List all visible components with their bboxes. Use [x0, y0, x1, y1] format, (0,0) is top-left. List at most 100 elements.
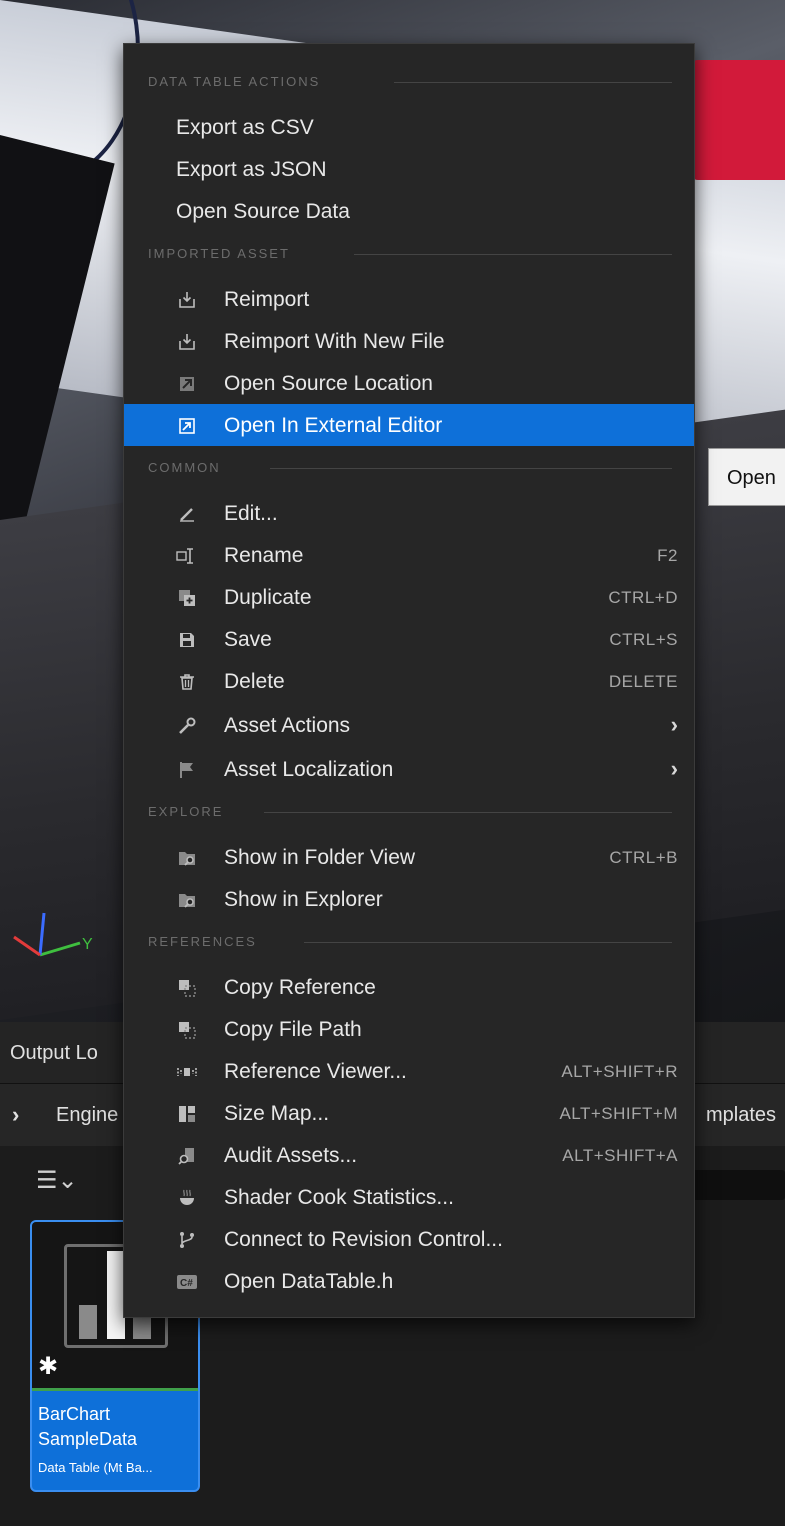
- svg-text:Y: Y: [82, 936, 93, 953]
- menu-item-export-json[interactable]: Export as JSON: [124, 148, 694, 190]
- section-divider: [264, 812, 672, 813]
- reimport-icon: [176, 331, 198, 353]
- section-divider: [270, 468, 672, 469]
- chevron-right-icon: ›: [670, 712, 678, 737]
- reference-viewer-icon: [176, 1061, 198, 1083]
- folder-search-icon: [176, 847, 198, 869]
- asset-name: BarChart SampleData: [38, 1404, 138, 1449]
- menu-item-label: Reference Viewer...: [224, 1060, 407, 1083]
- asset-context-menu: DATA TABLE ACTIONS Export as CSV Export …: [123, 43, 695, 1318]
- chevron-right-icon[interactable]: ›: [12, 1102, 19, 1128]
- cpp-file-icon: C#: [176, 1271, 198, 1293]
- branch-icon: [176, 1229, 198, 1251]
- audit-icon: [176, 1145, 198, 1167]
- menu-item-shortcut: DELETE: [608, 672, 678, 691]
- output-log-tab-label: Output Lo: [10, 1042, 98, 1064]
- menu-item-export-csv[interactable]: Export as CSV: [124, 106, 694, 148]
- menu-item-open-source-data[interactable]: Open Source Data: [124, 190, 694, 232]
- menu-item-label: Asset Actions: [224, 714, 351, 737]
- pencil-icon: [176, 503, 198, 525]
- menu-item-label: Export as JSON: [176, 158, 327, 181]
- menu-item-label: Audit Assets...: [224, 1144, 358, 1167]
- breadcrumb-engine[interactable]: Engine: [56, 1104, 118, 1127]
- menu-item-label: Size Map...: [224, 1102, 330, 1125]
- menu-item-copy-reference[interactable]: Copy Reference: [124, 966, 694, 1008]
- copy-icon: [176, 977, 198, 999]
- tooltip: Open: [708, 448, 785, 506]
- menu-item-size-map[interactable]: Size Map... ALT+SHIFT+M: [124, 1092, 694, 1134]
- asset-type-color-strip: [32, 1388, 198, 1391]
- menu-item-label: Show in Folder View: [224, 846, 416, 869]
- section-header-imported-asset: IMPORTED ASSET: [148, 246, 290, 261]
- menu-item-label: Open Source Data: [176, 200, 350, 223]
- menu-item-shortcut: ALT+SHIFT+M: [559, 1104, 678, 1123]
- menu-item-open-source-location[interactable]: Open Source Location: [124, 362, 694, 404]
- menu-item-reference-viewer[interactable]: Reference Viewer... ALT+SHIFT+R: [124, 1050, 694, 1092]
- section-divider: [304, 942, 672, 943]
- menu-item-label: Reimport With New File: [224, 330, 445, 353]
- menu-item-reimport[interactable]: Reimport: [124, 278, 694, 320]
- thumb-bar: [79, 1305, 97, 1339]
- menu-item-shortcut: F2: [657, 546, 678, 565]
- menu-item-audit-assets[interactable]: Audit Assets... ALT+SHIFT+A: [124, 1134, 694, 1176]
- menu-item-open-in-external-editor[interactable]: Open In External Editor: [124, 404, 694, 446]
- tooltip-text: Open: [727, 467, 776, 489]
- menu-item-label: Save: [224, 628, 272, 651]
- menu-item-rename[interactable]: Rename F2: [124, 534, 694, 576]
- menu-item-label: Open Source Location: [224, 372, 433, 395]
- menu-item-shader-cook-statistics[interactable]: Shader Cook Statistics...: [124, 1176, 694, 1218]
- copy-icon: [176, 1019, 198, 1041]
- save-icon: [176, 629, 198, 651]
- menu-item-label: Copy Reference: [224, 976, 376, 999]
- menu-item-asset-localization[interactable]: Asset Localization ›: [124, 748, 694, 790]
- section-header-common: COMMON: [148, 460, 221, 475]
- menu-item-shortcut: ALT+SHIFT+A: [562, 1146, 678, 1165]
- section-header-explore: EXPLORE: [148, 804, 224, 819]
- shader-cook-icon: [176, 1187, 198, 1209]
- menu-item-open-datatable-h[interactable]: C# Open DataTable.h: [124, 1260, 694, 1302]
- menu-item-connect-revision-control[interactable]: Connect to Revision Control...: [124, 1218, 694, 1260]
- flag-icon: [176, 759, 198, 781]
- chevron-right-icon: ›: [670, 756, 678, 781]
- menu-item-label: Export as CSV: [176, 116, 314, 139]
- section-divider: [394, 82, 672, 83]
- size-map-icon: [176, 1103, 198, 1125]
- open-location-icon: [176, 373, 198, 395]
- viewport-scene-sign: [690, 60, 785, 180]
- external-editor-icon: [176, 415, 198, 437]
- menu-item-label: Shader Cook Statistics...: [224, 1186, 454, 1209]
- menu-item-label: Reimport: [224, 288, 310, 311]
- menu-item-label: Open DataTable.h: [224, 1270, 394, 1293]
- menu-item-label: Copy File Path: [224, 1018, 362, 1041]
- menu-item-shortcut: CTRL+D: [608, 588, 678, 607]
- menu-item-shortcut: ALT+SHIFT+R: [561, 1062, 678, 1081]
- filter-icon[interactable]: ☰⌄: [36, 1166, 78, 1195]
- menu-item-label: Rename: [224, 544, 304, 567]
- menu-item-shortcut: CTRL+B: [609, 848, 678, 867]
- trash-icon: [176, 671, 198, 693]
- unsaved-star-icon: ✱: [38, 1353, 59, 1380]
- menu-item-label: Duplicate: [224, 586, 312, 609]
- section-header-data-table-actions: DATA TABLE ACTIONS: [148, 74, 321, 89]
- folder-search-icon: [176, 889, 198, 911]
- menu-item-asset-actions[interactable]: Asset Actions ›: [124, 704, 694, 746]
- svg-text:C#: C#: [180, 1278, 193, 1289]
- asset-type: Data Table (Mt Ba...: [38, 1460, 153, 1475]
- breadcrumb-templates[interactable]: mplates: [706, 1104, 776, 1127]
- menu-item-duplicate[interactable]: Duplicate CTRL+D: [124, 576, 694, 618]
- menu-item-label: Asset Localization: [224, 758, 394, 781]
- rename-icon: [176, 545, 198, 567]
- menu-item-show-in-folder-view[interactable]: Show in Folder View CTRL+B: [124, 836, 694, 878]
- menu-item-shortcut: CTRL+S: [609, 630, 678, 649]
- search-input[interactable]: [690, 1170, 785, 1200]
- menu-item-copy-file-path[interactable]: Copy File Path: [124, 1008, 694, 1050]
- menu-item-save[interactable]: Save CTRL+S: [124, 618, 694, 660]
- menu-item-delete[interactable]: Delete DELETE: [124, 660, 694, 702]
- menu-item-label: Delete: [224, 670, 285, 693]
- axis-gizmo-icon: Y: [13, 912, 93, 957]
- menu-item-reimport-new-file[interactable]: Reimport With New File: [124, 320, 694, 362]
- menu-item-edit[interactable]: Edit...: [124, 492, 694, 534]
- wrench-icon: [176, 715, 198, 737]
- menu-item-show-in-explorer[interactable]: Show in Explorer: [124, 878, 694, 920]
- menu-item-label: Connect to Revision Control...: [224, 1228, 503, 1251]
